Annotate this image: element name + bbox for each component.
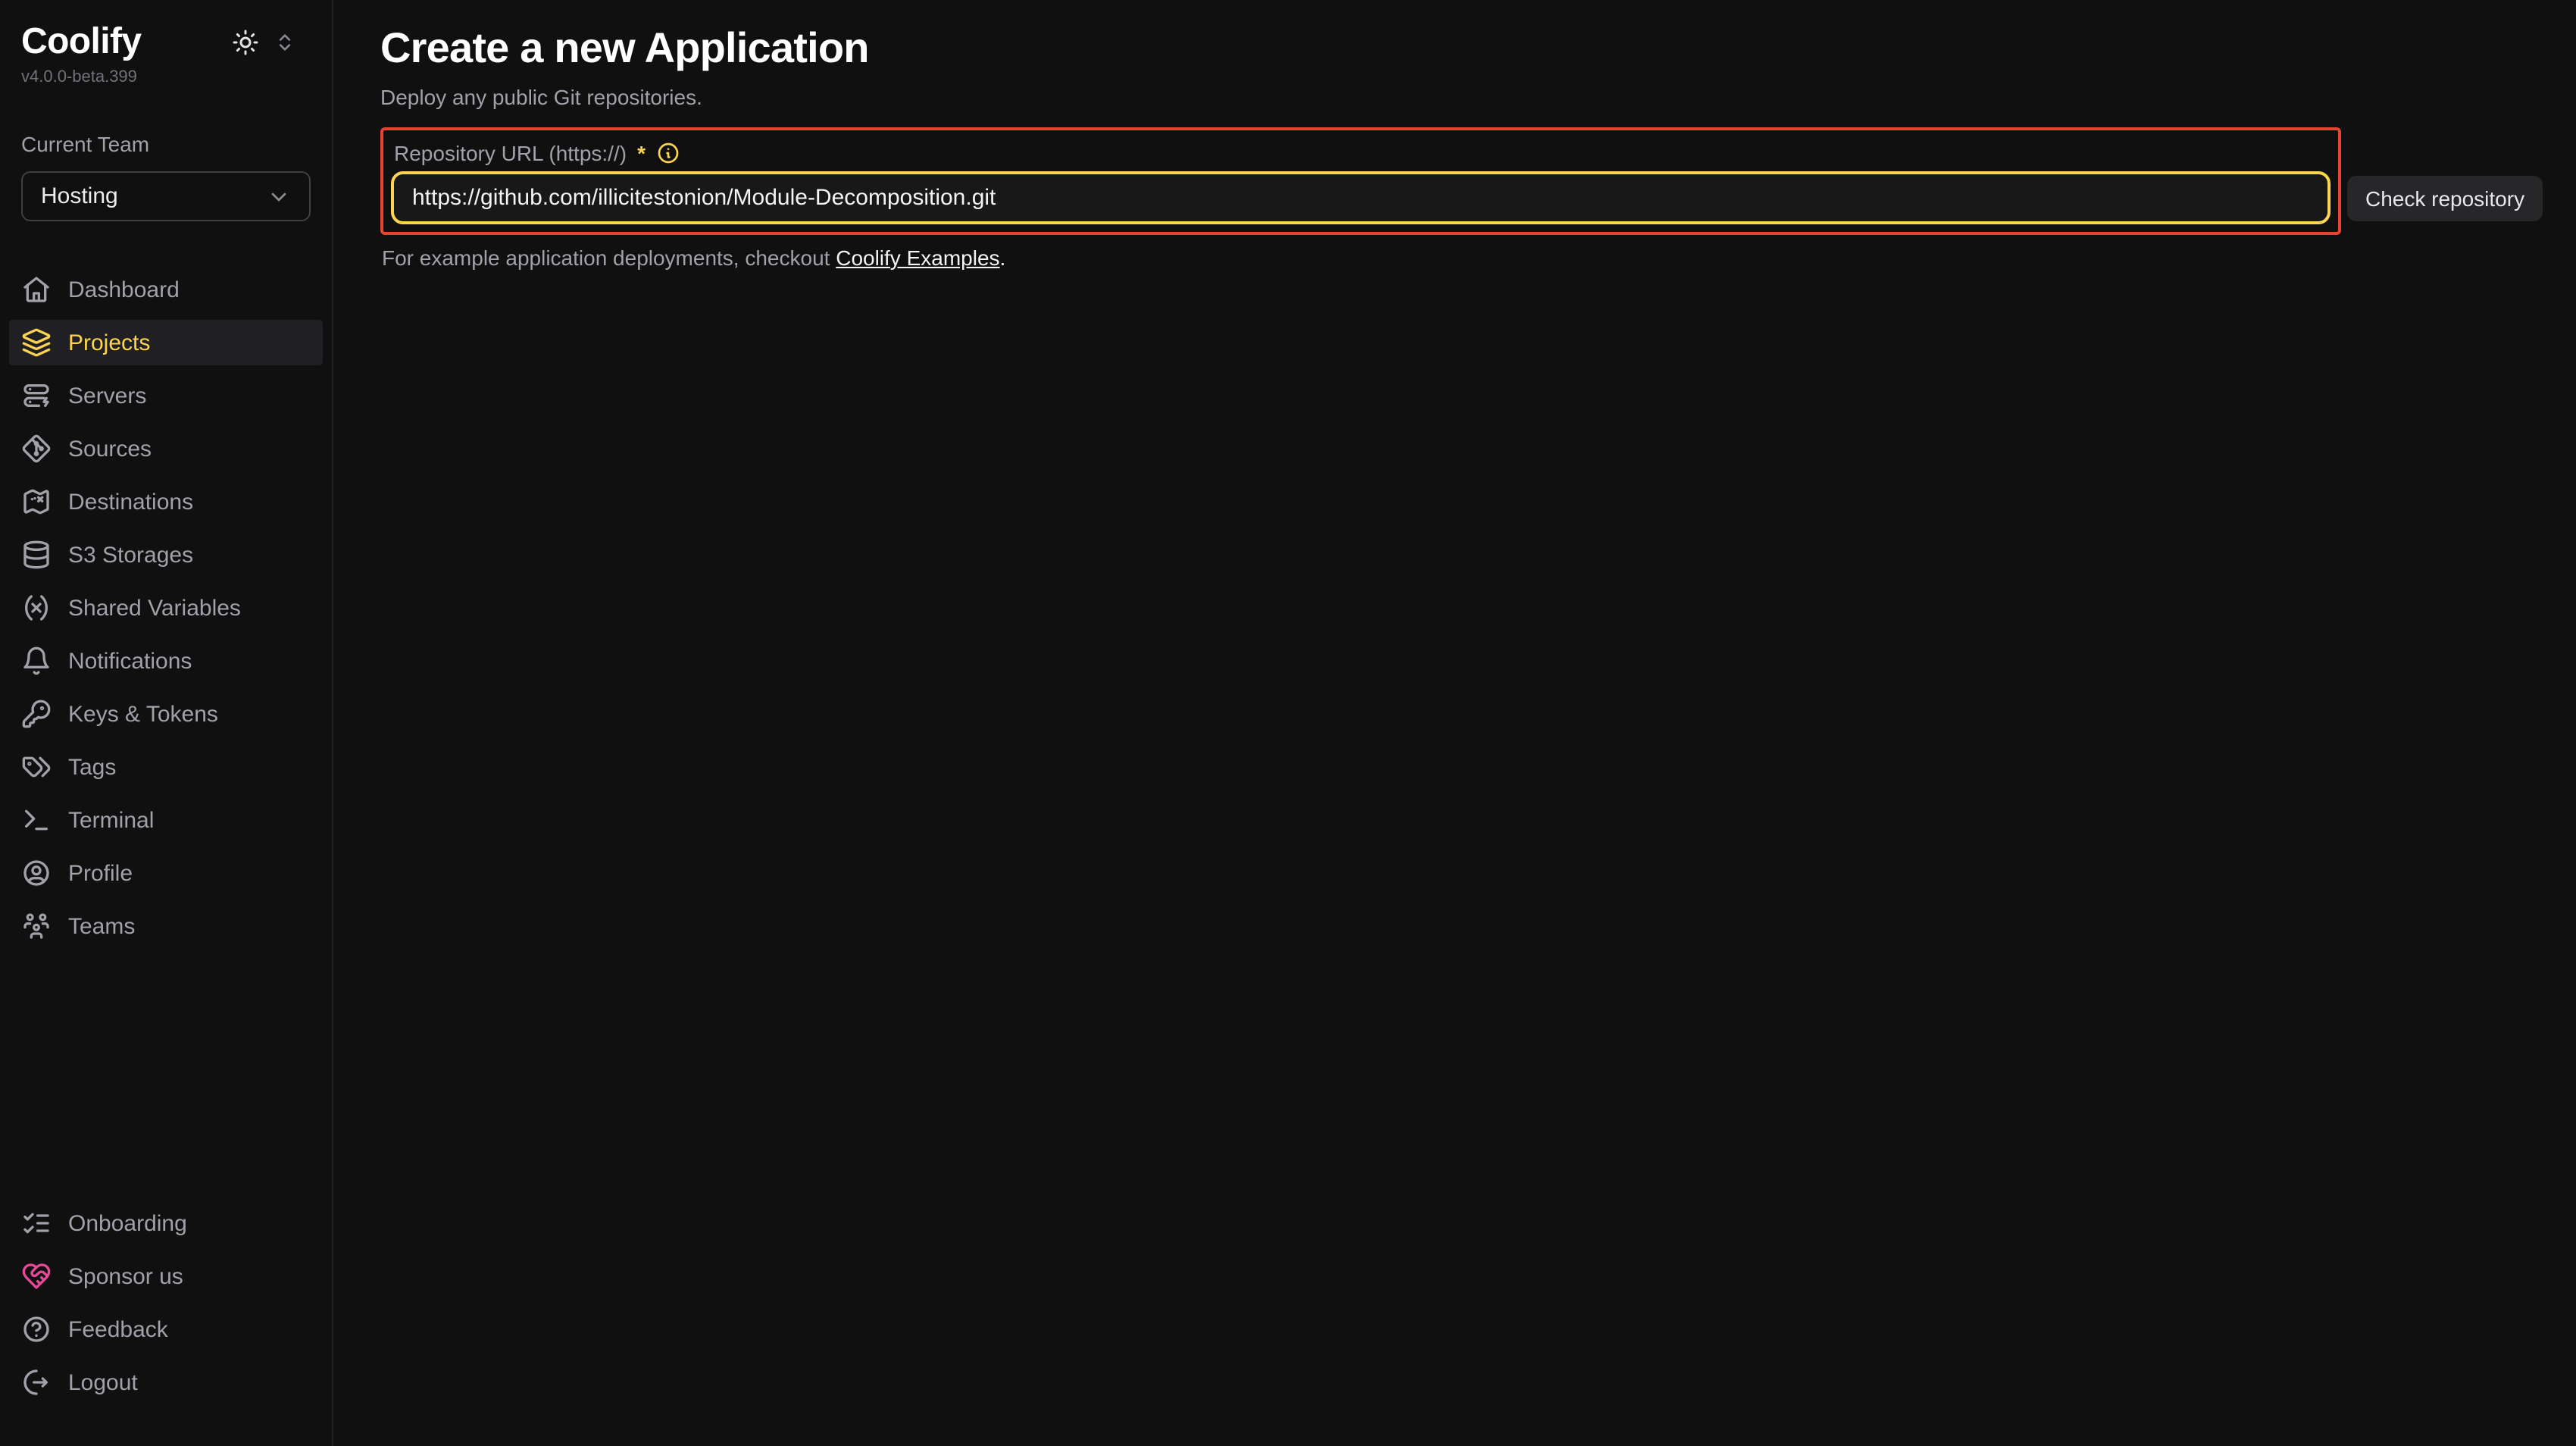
sidebar-item-projects[interactable]: Projects	[9, 320, 323, 365]
tags-icon	[21, 752, 52, 782]
home-icon	[21, 274, 52, 305]
heart-handshake-icon	[21, 1261, 52, 1291]
list-checks-icon	[21, 1208, 52, 1238]
sidebar-item-label: Notifications	[68, 649, 192, 672]
helper-suffix: .	[1000, 246, 1006, 270]
sidebar-item-label: Terminal	[68, 809, 154, 831]
sidebar-item-label: Onboarding	[68, 1212, 187, 1235]
sidebar: Coolify v4.0.0-beta.399 Current Team Hos…	[0, 0, 333, 1446]
logout-icon	[21, 1367, 52, 1397]
sidebar-item-servers[interactable]: Servers	[9, 373, 323, 418]
help-circle-icon	[21, 1314, 52, 1344]
app-version: v4.0.0-beta.399	[21, 68, 332, 86]
repository-url-input[interactable]	[391, 171, 2331, 224]
terminal-icon	[21, 805, 52, 835]
coolify-examples-link[interactable]: Coolify Examples	[836, 246, 999, 270]
sidebar-item-label: Projects	[68, 331, 150, 354]
team-select-value: Hosting	[41, 183, 118, 209]
page-subtitle: Deploy any public Git repositories.	[380, 85, 2546, 111]
sidebar-item-label: Servers	[68, 384, 146, 407]
helper-text: For example application deployments, che…	[380, 244, 2546, 271]
server-icon	[21, 380, 52, 411]
sidebar-item-keys-tokens[interactable]: Keys & Tokens	[9, 691, 323, 737]
sidebar-item-label: Tags	[68, 756, 116, 778]
repository-field-highlight-box: Repository URL (https://) *	[380, 127, 2341, 235]
sidebar-item-dashboard[interactable]: Dashboard	[9, 267, 323, 312]
sidebar-item-shared-variables[interactable]: Shared Variables	[9, 585, 323, 631]
sidebar-item-onboarding[interactable]: Onboarding	[9, 1200, 323, 1246]
chevron-down-icon	[267, 184, 291, 208]
sidebar-item-label: Feedback	[68, 1318, 168, 1341]
variable-icon	[21, 593, 52, 623]
sidebar-item-label: Keys & Tokens	[68, 703, 218, 725]
repository-label-row: Repository URL (https://) *	[391, 139, 2331, 167]
current-team-label: Current Team	[21, 132, 332, 156]
app-logo: Coolify	[21, 21, 141, 64]
app-window: Coolify v4.0.0-beta.399 Current Team Hos…	[0, 0, 2576, 1446]
database-icon	[21, 540, 52, 570]
sidebar-item-profile[interactable]: Profile	[9, 850, 323, 896]
chevrons-up-down-icon[interactable]	[274, 32, 295, 53]
theme-sun-icon[interactable]	[232, 29, 259, 56]
layers-icon	[21, 327, 52, 358]
git-icon	[21, 433, 52, 464]
page-title: Create a new Application	[380, 24, 2546, 73]
users-icon	[21, 911, 52, 941]
logo-icons	[232, 29, 295, 56]
sidebar-item-label: Logout	[68, 1371, 138, 1394]
sidebar-item-label: Teams	[68, 915, 135, 937]
sidebar-item-label: Dashboard	[68, 278, 180, 301]
sidebar-item-destinations[interactable]: Destinations	[9, 479, 323, 524]
repository-form-row: Repository URL (https://) * Check reposi…	[380, 127, 2546, 235]
required-asterisk: *	[637, 141, 646, 165]
map-icon	[21, 487, 52, 517]
team-select[interactable]: Hosting	[21, 171, 311, 221]
sidebar-item-label: Sponsor us	[68, 1265, 183, 1288]
sidebar-item-logout[interactable]: Logout	[9, 1360, 323, 1405]
sidebar-item-feedback[interactable]: Feedback	[9, 1307, 323, 1352]
sidebar-item-label: Profile	[68, 862, 133, 884]
sidebar-item-sources[interactable]: Sources	[9, 426, 323, 471]
sidebar-item-tags[interactable]: Tags	[9, 744, 323, 790]
sidebar-item-terminal[interactable]: Terminal	[9, 797, 323, 843]
helper-prefix: For example application deployments, che…	[382, 246, 836, 270]
sidebar-footer-menu: Onboarding Sponsor us Feedback Logout	[0, 1200, 332, 1446]
main-content: Create a new Application Deploy any publ…	[333, 0, 2576, 1446]
sidebar-menu: Dashboard Projects Servers Sources	[0, 267, 332, 956]
user-circle-icon	[21, 858, 52, 888]
sidebar-item-teams[interactable]: Teams	[9, 903, 323, 949]
repository-url-label: Repository URL (https://)	[394, 141, 627, 165]
sidebar-item-notifications[interactable]: Notifications	[9, 638, 323, 684]
sidebar-item-sponsor-us[interactable]: Sponsor us	[9, 1254, 323, 1299]
sidebar-item-label: Sources	[68, 437, 152, 460]
sidebar-item-s3-storages[interactable]: S3 Storages	[9, 532, 323, 577]
logo-row: Coolify	[0, 0, 332, 64]
sidebar-item-label: S3 Storages	[68, 543, 193, 566]
sidebar-item-label: Destinations	[68, 490, 193, 513]
key-icon	[21, 699, 52, 729]
check-repository-button[interactable]: Check repository	[2347, 176, 2543, 221]
sidebar-item-label: Shared Variables	[68, 596, 241, 619]
info-icon[interactable]	[656, 141, 680, 165]
bell-icon	[21, 646, 52, 676]
